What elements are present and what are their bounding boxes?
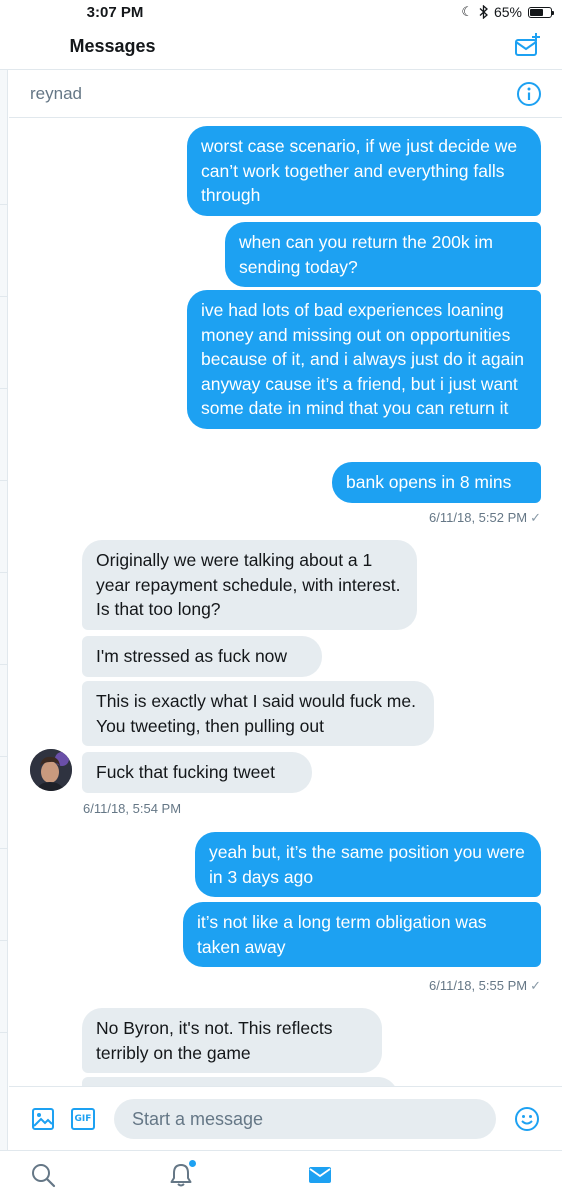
tab-notifications[interactable] [168, 1160, 196, 1188]
message-bubble-outgoing[interactable]: bank opens in 8 mins [332, 462, 541, 503]
gif-button[interactable]: GIF [71, 1108, 95, 1130]
status-bar: 3:07 PM ☾ 65% [0, 0, 562, 24]
read-check-icon: ✓ [530, 978, 541, 993]
moon-icon: ☾ [461, 4, 473, 19]
search-icon[interactable] [30, 1162, 56, 1188]
message-input[interactable] [114, 1099, 496, 1139]
compose-message-icon[interactable] [514, 32, 542, 60]
page-title: Messages [69, 36, 156, 56]
avatar-image [30, 749, 72, 791]
battery-level [530, 8, 543, 16]
messages-icon[interactable] [307, 1162, 333, 1188]
message-bubble-incoming[interactable]: I'm stressed as fuck now [82, 636, 322, 677]
status-time: 3:07 PM [86, 4, 144, 21]
timestamp-text: 6/11/18, 5:52 PM [429, 510, 528, 525]
message-bubble-outgoing[interactable]: ive had lots of bad experiences loaning … [187, 290, 541, 429]
message-bubble-incoming[interactable]: No Byron, it's not. This reflects terrib… [82, 1008, 382, 1073]
message-bubble-outgoing[interactable]: worst case scenario, if we just decide w… [187, 126, 541, 216]
conversation-name[interactable]: reynad [30, 84, 82, 104]
conversation-header: reynad [9, 70, 562, 118]
message-bubble-incoming-partial[interactable] [82, 1077, 398, 1086]
emoji-icon[interactable] [514, 1106, 540, 1132]
conversation-list-edge [0, 70, 8, 1160]
message-timestamp: 6/11/18, 5:52 PM ✓ [429, 510, 541, 526]
bluetooth-icon [479, 5, 488, 19]
read-check-icon: ✓ [530, 510, 541, 525]
battery-icon [528, 6, 554, 18]
message-bubble-incoming[interactable]: Fuck that fucking tweet [82, 752, 312, 793]
message-bubble-outgoing[interactable]: it’s not like a long term obligation was… [183, 902, 541, 967]
battery-percent: 65% [493, 4, 522, 20]
message-bubble-incoming[interactable]: Originally we were talking about a 1 yea… [82, 540, 417, 630]
bottom-tab-bar [0, 1150, 562, 1200]
message-timestamp: 6/11/18, 5:54 PM [83, 801, 182, 816]
notification-dot [189, 1160, 196, 1167]
avatar[interactable] [30, 749, 72, 791]
timestamp-text: 6/11/18, 5:55 PM [429, 978, 528, 993]
app-header: Messages [0, 24, 562, 70]
image-icon[interactable] [31, 1107, 55, 1131]
message-bubble-outgoing[interactable]: yeah but, it’s the same position you wer… [195, 832, 541, 897]
message-timestamp: 6/11/18, 5:55 PM ✓ [429, 978, 541, 994]
message-composer: GIF [9, 1086, 562, 1150]
message-bubble-outgoing[interactable]: when can you return the 200k im sending … [225, 222, 541, 287]
status-indicators: ☾ 65% [461, 4, 554, 20]
info-icon[interactable] [516, 81, 542, 107]
message-bubble-incoming[interactable]: This is exactly what I said would fuck m… [82, 681, 434, 746]
message-thread[interactable]: worst case scenario, if we just decide w… [9, 118, 562, 1086]
